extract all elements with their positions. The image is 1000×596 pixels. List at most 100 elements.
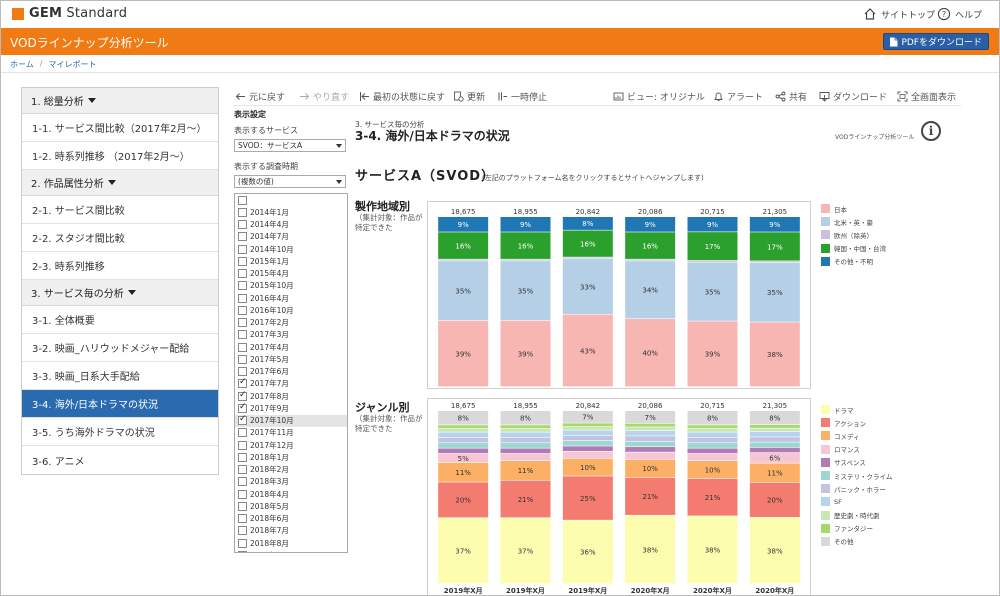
view-button[interactable]: ビュー: オリジナル <box>613 90 705 103</box>
nav-item-3-3[interactable]: 3-3. 映画_日系大手配給 <box>22 362 218 390</box>
nav-section-1[interactable]: 1. 総量分析 <box>22 88 218 114</box>
bar-segment[interactable] <box>562 426 613 430</box>
bar-segment[interactable] <box>625 441 676 447</box>
bar-segment[interactable] <box>562 430 613 436</box>
service-select[interactable]: SVOD：サービスA <box>234 139 346 152</box>
checkbox[interactable] <box>238 477 247 487</box>
checkbox[interactable] <box>238 244 247 254</box>
bar-segment[interactable] <box>687 437 738 443</box>
bar-segment[interactable] <box>500 453 551 461</box>
bar-segment[interactable] <box>438 425 489 429</box>
bar-segment[interactable] <box>438 428 489 432</box>
bar-segment[interactable] <box>500 432 551 438</box>
bar-segment[interactable] <box>438 259 489 261</box>
period-option[interactable]: 2014年4月 <box>235 219 347 231</box>
period-option[interactable]: 2017年11月 <box>235 427 347 439</box>
share-button[interactable]: 共有 <box>775 90 807 103</box>
bar-segment[interactable] <box>625 427 676 431</box>
legend-item[interactable]: 北米・英・豪 <box>821 215 886 228</box>
bar-segment[interactable] <box>500 448 551 454</box>
bar-segment[interactable] <box>687 428 738 432</box>
bar-segment[interactable] <box>687 425 738 429</box>
checkbox-checked[interactable] <box>238 390 247 401</box>
period-select[interactable]: (複数の値) <box>234 175 346 188</box>
legend-item[interactable]: ファンタジー <box>821 522 892 535</box>
bar-segment[interactable] <box>500 259 551 261</box>
checkbox[interactable] <box>238 550 247 552</box>
legend-item[interactable]: SF <box>821 495 892 508</box>
bar-segment[interactable] <box>625 423 676 427</box>
checkbox[interactable] <box>238 514 247 524</box>
bar-segment[interactable] <box>625 452 676 460</box>
checkbox[interactable] <box>238 220 247 230</box>
nav-item-3-1[interactable]: 3-1. 全体概要 <box>22 306 218 334</box>
period-option[interactable]: 2017年10月 <box>235 414 347 427</box>
redo-button[interactable]: やり直す <box>299 90 349 103</box>
legend-item[interactable]: ミステリ・クライム <box>821 469 892 482</box>
period-option[interactable]: 2017年8月 <box>235 390 347 402</box>
bar-segment[interactable] <box>438 432 489 438</box>
legend-item[interactable]: ドラマ <box>821 403 892 416</box>
checkbox[interactable] <box>238 330 247 340</box>
bar-segment[interactable] <box>562 423 613 427</box>
checkbox-checked[interactable] <box>238 414 247 426</box>
period-option[interactable]: 2016年4月 <box>235 292 347 304</box>
breadcrumb-my-report[interactable]: マイレポート <box>48 59 96 70</box>
nav-item-2-1[interactable]: 2-1. サービス間比較 <box>22 196 218 224</box>
nav-item-3-2[interactable]: 3-2. 映画_ハリウッドメジャー配給 <box>22 334 218 362</box>
refresh-button[interactable]: 更新 <box>453 90 485 103</box>
bar-segment[interactable] <box>749 437 800 442</box>
checkbox[interactable] <box>238 526 247 536</box>
checkbox[interactable] <box>238 342 247 352</box>
period-option[interactable]: 2017年6月 <box>235 366 347 378</box>
checkbox[interactable] <box>238 232 247 242</box>
alert-button[interactable]: アラート <box>713 90 763 103</box>
period-option[interactable]: 2017年12月 <box>235 439 347 451</box>
nav-item-3-4-active[interactable]: 3-4. 海外/日本ドラマの状況 <box>22 390 218 418</box>
bar-segment[interactable] <box>687 443 738 448</box>
period-option[interactable]: 2018年2月 <box>235 464 347 476</box>
period-option[interactable]: 2018年1月 <box>235 451 347 463</box>
bar-segment[interactable] <box>500 425 551 429</box>
bar-segment[interactable] <box>749 428 800 432</box>
period-option[interactable]: 2017年2月 <box>235 317 347 329</box>
legend-item[interactable]: アクション <box>821 416 892 429</box>
period-option[interactable]: 2018年6月 <box>235 513 347 525</box>
bar-segment[interactable] <box>749 431 800 437</box>
service-title[interactable]: サービスA（SVOD） <box>355 165 495 184</box>
bar-segment[interactable] <box>500 443 551 448</box>
period-option[interactable]: 2015年10月 <box>235 280 347 292</box>
site-top-link[interactable]: サイトトップ <box>863 7 935 21</box>
bar-segment[interactable] <box>438 448 489 454</box>
pdf-download-button[interactable]: PDFをダウンロード <box>883 33 989 50</box>
bar-segment[interactable] <box>749 424 800 428</box>
checkbox[interactable] <box>238 428 247 438</box>
bar-segment[interactable] <box>438 437 489 443</box>
bar-segment[interactable] <box>749 442 800 448</box>
period-option[interactable]: 2018年7月 <box>235 525 347 537</box>
bar-segment[interactable] <box>625 430 676 436</box>
checkbox[interactable] <box>238 465 247 475</box>
bar-segment[interactable] <box>562 257 613 259</box>
checkbox[interactable] <box>238 538 247 548</box>
period-option[interactable]: 2018年5月 <box>235 500 347 512</box>
checkbox[interactable] <box>238 281 247 291</box>
pause-button[interactable]: 一時停止 <box>497 90 547 103</box>
bar-segment[interactable] <box>749 447 800 453</box>
legend-item[interactable]: 日本 <box>821 202 886 215</box>
checkbox-checked[interactable] <box>238 377 247 389</box>
period-option[interactable]: 2018年3月 <box>235 476 347 488</box>
bar-segment[interactable] <box>625 259 676 261</box>
legend-item[interactable]: その他・不明 <box>821 255 886 268</box>
checkbox[interactable] <box>238 207 247 217</box>
checkbox[interactable] <box>238 256 247 266</box>
bar-segment[interactable] <box>625 436 676 442</box>
period-option[interactable]: 2015年1月 <box>235 255 347 267</box>
bar-segment[interactable] <box>687 432 738 438</box>
period-option[interactable]: 2017年9月 <box>235 402 347 414</box>
bar-segment[interactable] <box>562 441 613 446</box>
bar-segment[interactable] <box>687 453 738 461</box>
period-option[interactable]: 2017年5月 <box>235 353 347 365</box>
checkbox[interactable] <box>238 367 247 377</box>
breadcrumb-home[interactable]: ホーム <box>10 59 34 70</box>
